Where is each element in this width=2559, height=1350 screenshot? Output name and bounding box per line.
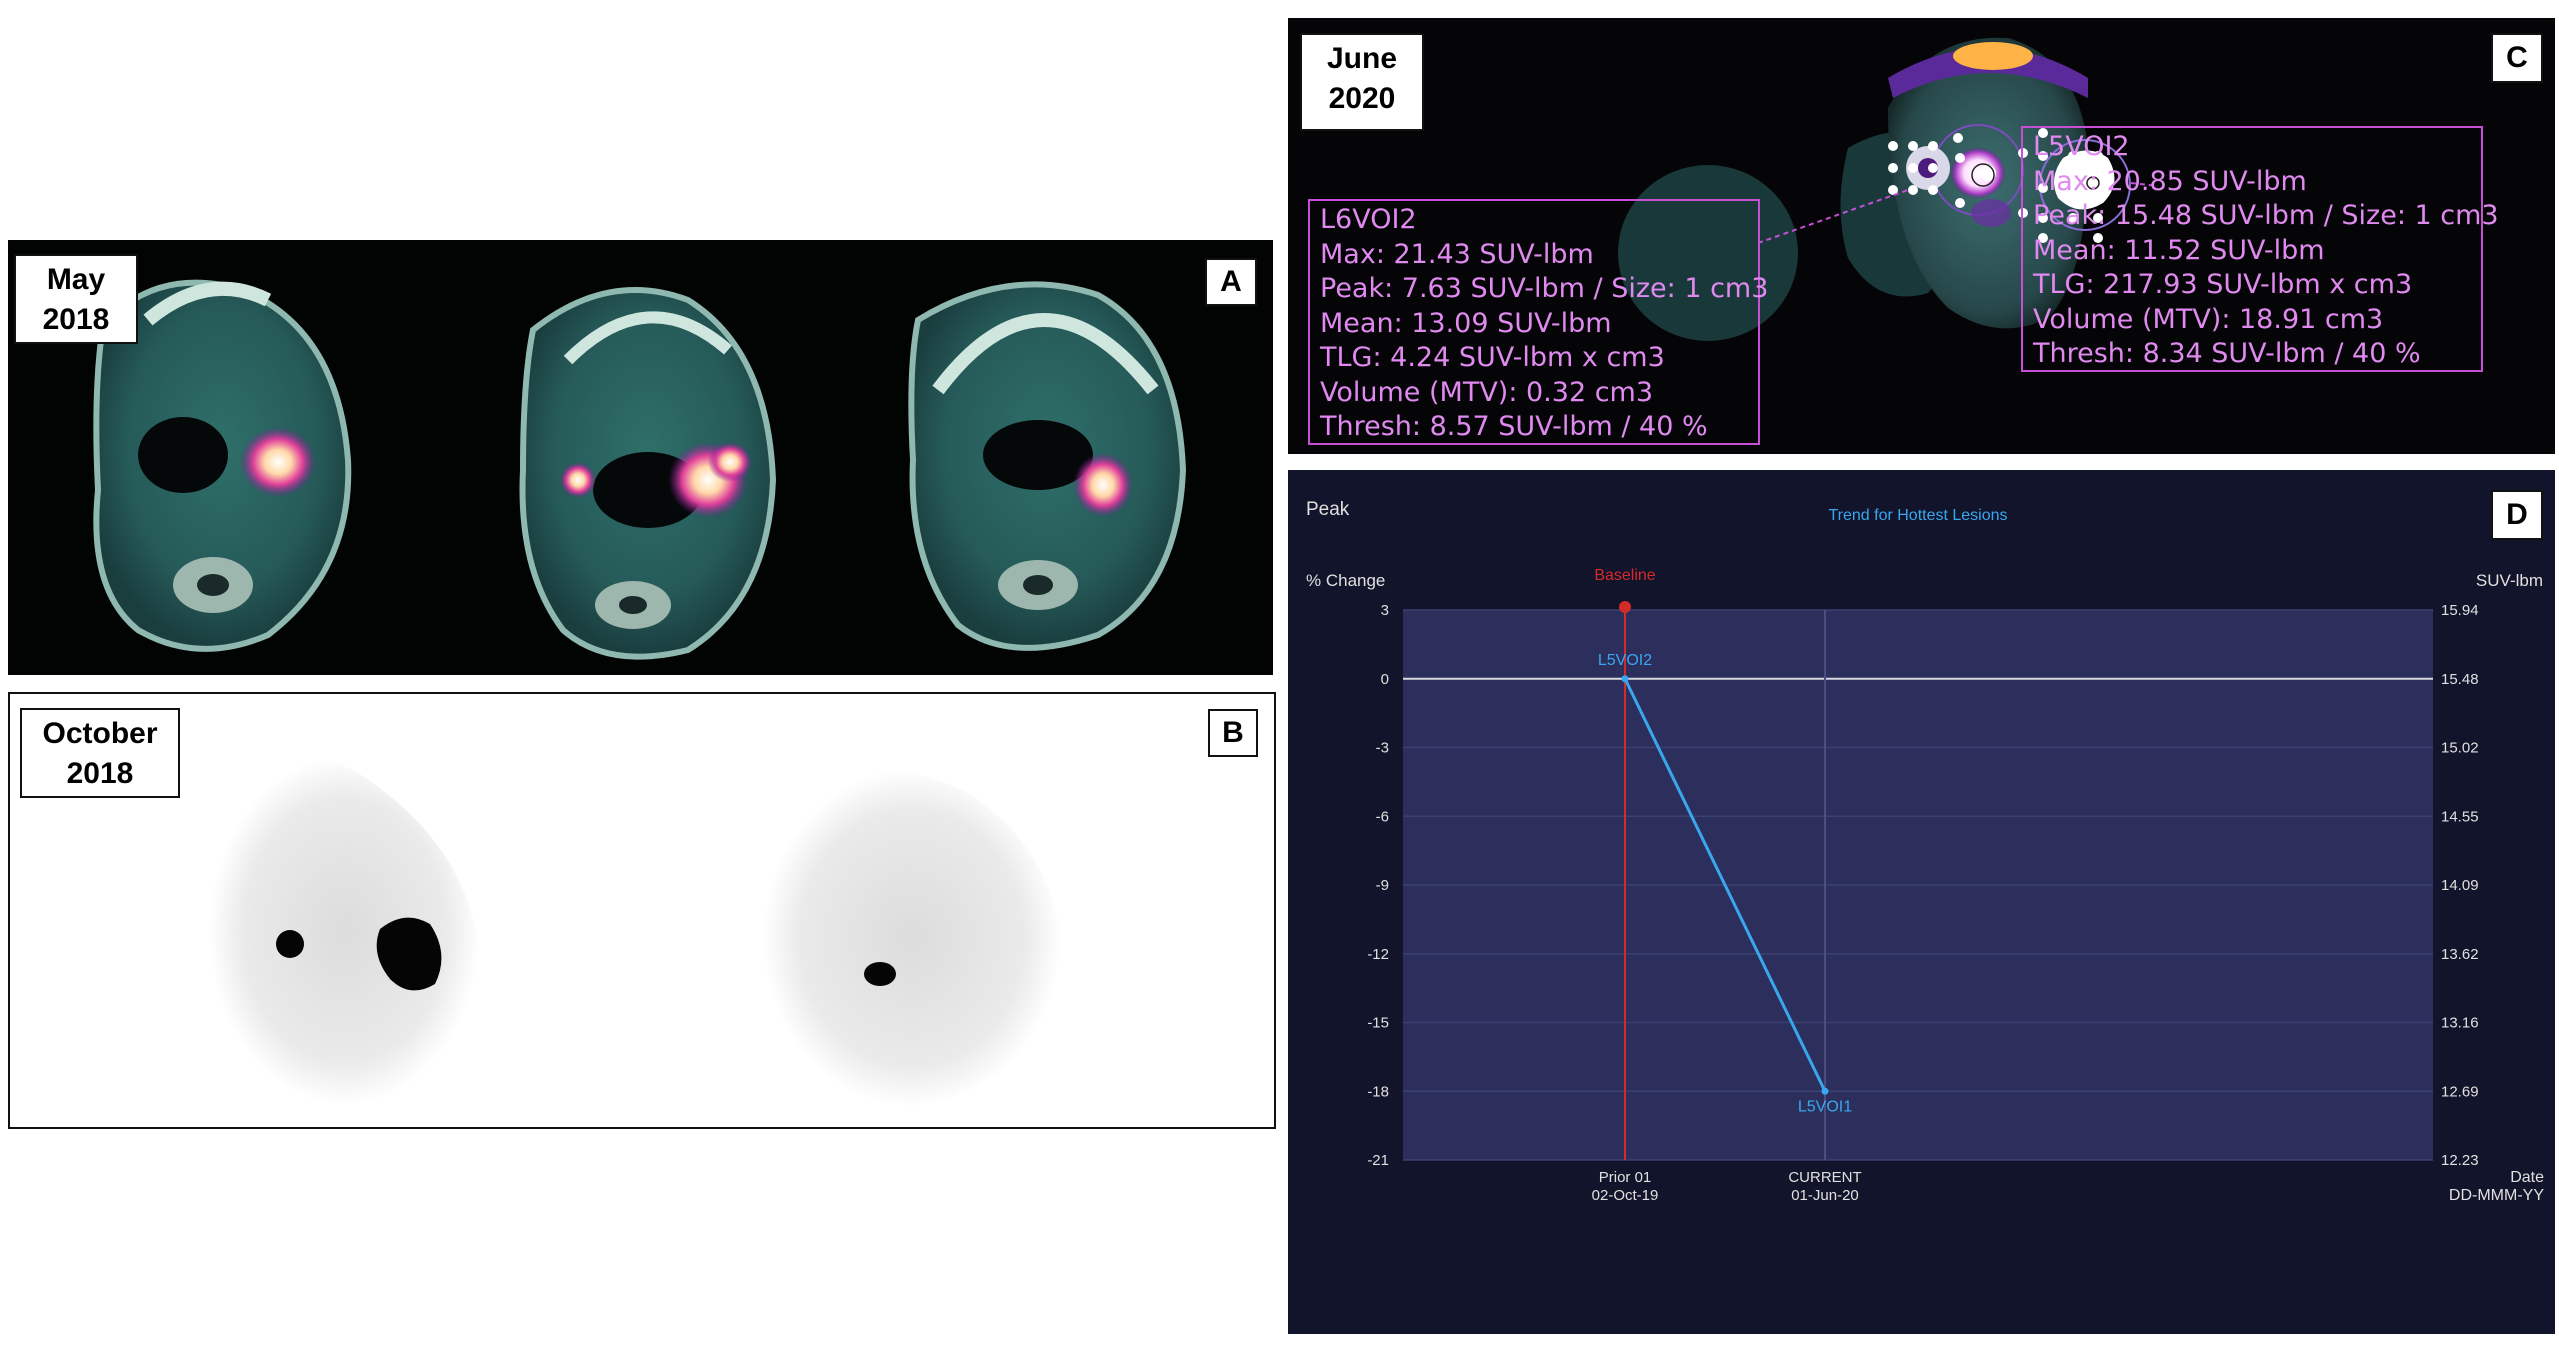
y-tick-label: -6 (1376, 808, 1389, 825)
panel-b-scans (209, 756, 1061, 1107)
y-tick-label: -18 (1367, 1083, 1389, 1100)
voi-left-mean: Mean: 13.09 SUV-lbm (1320, 307, 1612, 339)
y-tick-label: -12 (1367, 946, 1389, 963)
x-axis-title-line1: Date (2510, 1169, 2544, 1186)
panel-d-chart: 3 15.94 0 15.48 -3 15.02 -6 14.55 -9 14.09 -12 13.6… (1288, 470, 2555, 1334)
y-tick-label: 0 (1381, 671, 1389, 688)
voi-left-max: Max: 21.43 SUV-lbm (1320, 238, 1594, 270)
y-right-tick-label: 15.48 (2441, 671, 2479, 688)
voi-right-stats: L5VOI2 Max: 20.85 SUV-lbm Peak: 15.48 SU… (2021, 126, 2499, 372)
y-right-tick-label: 13.62 (2441, 946, 2479, 963)
panel-c-date-line1: June (1326, 42, 1398, 75)
panel-b-image: October 2018 B (8, 692, 1276, 1129)
y-right-tick-label: 15.94 (2441, 602, 2479, 619)
voi-left-tlg: TLG: 4.24 SUV-lbm x cm3 (1320, 342, 1665, 373)
x-tick-label: Prior 01 (1599, 1169, 1652, 1186)
panel-a-letter: A (1205, 258, 1257, 306)
voi-right-name: L5VOI2 (2033, 131, 2130, 162)
panel-c-date-label: June 2020 (1300, 33, 1424, 131)
corner-label: Peak (1306, 499, 1350, 520)
panel-b-date-line2: 2018 (66, 757, 134, 790)
y-tick-label: -3 (1376, 740, 1389, 757)
y-right-tick-label: 13.16 (2441, 1015, 2479, 1032)
y-tick-label: -15 (1367, 1015, 1389, 1032)
baseline-marker (1619, 601, 1631, 613)
data-point-label: L5VOI1 (1798, 1098, 1852, 1115)
x-axis-title-line2: DD-MMM-YY (2449, 1187, 2544, 1204)
left-axis-title: % Change (1306, 571, 1385, 590)
x-tick-label: CURRENT (1788, 1169, 1861, 1186)
data-point-label: L5VOI2 (1598, 652, 1652, 669)
data-point (1621, 675, 1629, 683)
voi-right-volume: Volume (MTV): 18.91 cm3 (2033, 303, 2384, 335)
voi-left-volume: Volume (MTV): 0.32 cm3 (1320, 376, 1654, 408)
voi-right-max: Max: 20.85 SUV-lbm (2033, 165, 2307, 197)
panel-c-image: June 2020 C L6VOI2 Max: 21.43 SUV-lbm Pe… (1288, 18, 2555, 454)
y-right-tick-label: 14.09 (2441, 877, 2479, 894)
voi-left-name: L6VOI2 (1320, 204, 1417, 235)
y-tick-label: -9 (1376, 877, 1389, 894)
panel-b-letter: B (1208, 709, 1258, 757)
y-right-tick-label: 12.23 (2441, 1152, 2479, 1169)
voi-left-stats: L6VOI2 Max: 21.43 SUV-lbm Peak: 7.63 SUV… (1308, 199, 1769, 445)
data-point (1821, 1087, 1829, 1095)
voi-left-thresh: Thresh: 8.57 SUV-lbm / 40 % (1320, 411, 1708, 442)
panel-c-letter: C (2491, 33, 2543, 83)
x-tick-date: 02-Oct-19 (1592, 1187, 1659, 1204)
ct-slice-2 (519, 287, 777, 660)
y-right-tick-label: 14.55 (2441, 808, 2479, 825)
panel-a-date-line1: May (46, 263, 106, 296)
right-axis-title: SUV-lbm (2476, 571, 2543, 590)
y-right-tick-label: 12.69 (2441, 1083, 2479, 1100)
voi-left-peak: Peak: 7.63 SUV-lbm / Size: 1 cm3 (1320, 273, 1769, 304)
y-right-tick-label: 15.02 (2441, 740, 2479, 757)
baseline-label: Baseline (1594, 567, 1655, 584)
voi-right-tlg: TLG: 217.93 SUV-lbm x cm3 (2033, 269, 2413, 300)
panel-a-scans (93, 279, 1187, 660)
panel-a-date-label: May 2018 (14, 254, 138, 344)
chart-title: Trend for Hottest Lesions (1828, 507, 2007, 524)
voi-right-thresh: Thresh: 8.34 SUV-lbm / 40 % (2033, 338, 2421, 369)
ct-slice-3 (908, 281, 1187, 651)
panel-c-date-line2: 2020 (1328, 82, 1396, 115)
panel-b-date-label: October 2018 (20, 708, 180, 798)
panel-a-date-line2: 2018 (42, 303, 110, 336)
voi-right-peak: Peak: 15.48 SUV-lbm / Size: 1 cm3 (2033, 200, 2499, 231)
trend-chart: 3 15.94 0 15.48 -3 15.02 -6 14.55 -9 14.09 -12 13.6… (1306, 499, 2544, 1204)
panel-b-date-line1: October (42, 717, 158, 750)
x-tick-date: 01-Jun-20 (1791, 1187, 1859, 1204)
panel-d-letter: D (2491, 490, 2543, 540)
panel-a-image: May 2018 A (8, 240, 1273, 675)
voi-right-mean: Mean: 11.52 SUV-lbm (2033, 234, 2325, 266)
y-tick-label: -21 (1367, 1152, 1389, 1169)
y-tick-label: 3 (1381, 602, 1389, 619)
